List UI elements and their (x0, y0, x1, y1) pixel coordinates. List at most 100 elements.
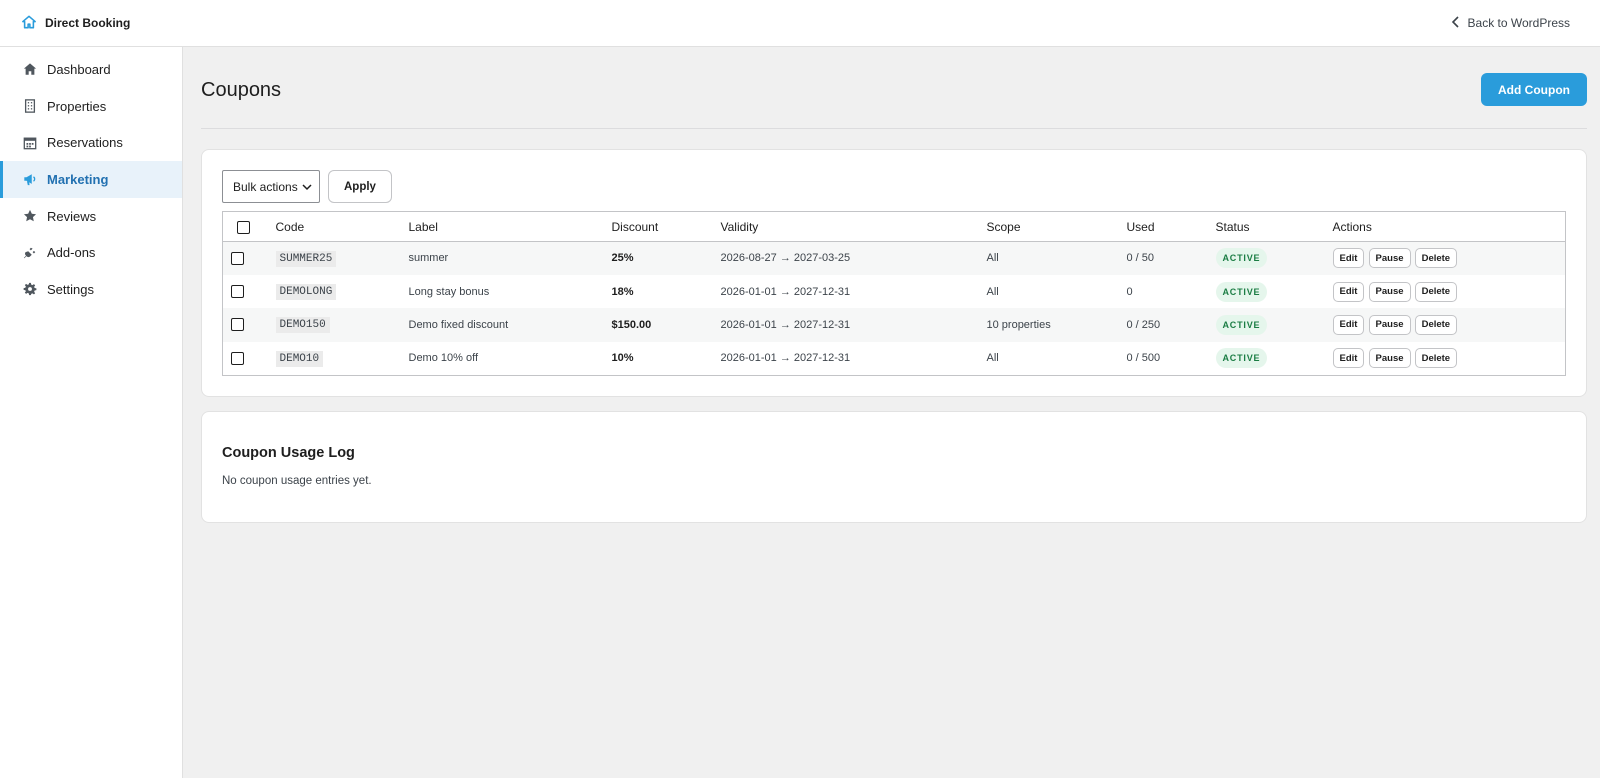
edit-button[interactable]: Edit (1332, 248, 1365, 269)
plug-icon (23, 246, 37, 260)
coupon-code: DEMO150 (275, 317, 330, 334)
chevron-down-icon (302, 180, 312, 194)
bulk-actions-select[interactable]: Bulk actions (222, 170, 320, 203)
column-header-actions: Actions (1324, 211, 1566, 242)
coupon-validity: 2026-01-01 → 2027-12-31 (720, 285, 851, 298)
coupon-discount: 18% (611, 285, 634, 298)
coupon-code: DEMOLONG (275, 284, 337, 301)
building-icon (23, 99, 37, 113)
delete-button[interactable]: Delete (1414, 281, 1458, 302)
delete-button[interactable]: Delete (1414, 348, 1458, 369)
usage-log-title: Coupon Usage Log (222, 445, 355, 461)
edit-button[interactable]: Edit (1332, 281, 1365, 302)
row-checkbox[interactable] (231, 318, 244, 332)
sidebar-item-label: Dashboard (47, 61, 111, 77)
coupon-code: DEMO10 (275, 350, 324, 367)
coupon-discount: 10% (611, 352, 634, 365)
sidebar-item-label: Reservations (47, 135, 123, 151)
page-title: Coupons (201, 79, 282, 101)
usage-log-card: Coupon Usage Log No coupon usage entries… (201, 411, 1587, 523)
column-header-label: Label (400, 211, 604, 242)
column-header-status: Status (1207, 211, 1325, 242)
coupons-card: Bulk actions Apply Code Label Discount V… (201, 149, 1587, 397)
bulk-toolbar: Bulk actions Apply (222, 170, 1566, 203)
chevron-left-icon (1451, 15, 1460, 31)
calendar-icon (23, 136, 37, 150)
sidebar: Dashboard Properties Reservations Market… (0, 47, 183, 778)
table-header-row: Code Label Discount Validity Scope Used … (222, 211, 1566, 242)
sidebar-item-reservations[interactable]: Reservations (0, 124, 182, 161)
column-header-scope: Scope (978, 211, 1119, 242)
coupons-table: Code Label Discount Validity Scope Used … (222, 211, 1566, 376)
sidebar-item-label: Properties (47, 98, 107, 114)
sidebar-item-label: Add-ons (47, 245, 96, 261)
column-header-code: Code (267, 211, 401, 242)
status-badge: ACTIVE (1215, 248, 1268, 269)
bulk-actions-value: Bulk actions (233, 179, 298, 194)
coupon-used: 0 / 500 (1126, 352, 1161, 365)
coupon-used: 0 / 250 (1126, 318, 1161, 331)
main-content: Coupons Add Coupon Bulk actions Apply Co… (201, 47, 1587, 523)
add-coupon-button[interactable]: Add Coupon (1481, 73, 1587, 106)
table-row: SUMMER25 summer 25% 2026-08-27 → 2027-03… (222, 241, 1566, 275)
coupon-used: 0 / 50 (1126, 252, 1155, 265)
sidebar-item-marketing[interactable]: Marketing (0, 161, 182, 198)
pause-button[interactable]: Pause (1368, 248, 1411, 269)
table-row: DEMO150 Demo fixed discount $150.00 2026… (222, 308, 1566, 342)
sidebar-item-add-ons[interactable]: Add-ons (0, 234, 182, 271)
coupon-label: Demo 10% off (408, 352, 479, 365)
edit-button[interactable]: Edit (1332, 314, 1365, 335)
delete-button[interactable]: Delete (1414, 248, 1458, 269)
coupon-scope: All (986, 285, 999, 298)
coupon-used: 0 (1126, 285, 1133, 298)
star-icon (23, 209, 37, 223)
coupon-scope: All (986, 252, 999, 265)
sidebar-item-settings[interactable]: Settings (0, 271, 182, 308)
back-link-label: Back to WordPress (1467, 16, 1570, 30)
page-header: Coupons Add Coupon (201, 47, 1587, 129)
coupon-discount: 25% (611, 252, 634, 265)
edit-button[interactable]: Edit (1332, 348, 1365, 369)
brand[interactable]: Direct Booking (22, 15, 130, 32)
sidebar-item-properties[interactable]: Properties (0, 88, 182, 125)
column-header-discount: Discount (603, 211, 713, 242)
coupon-label: Long stay bonus (408, 285, 490, 298)
sidebar-item-dashboard[interactable]: Dashboard (0, 51, 182, 88)
gear-icon (23, 282, 37, 296)
coupon-scope: All (986, 352, 999, 365)
apply-button[interactable]: Apply (328, 170, 392, 203)
coupon-label: summer (408, 252, 449, 265)
table-row: DEMOLONG Long stay bonus 18% 2026-01-01 … (223, 275, 1566, 308)
sidebar-item-label: Reviews (47, 208, 97, 224)
top-bar: Direct Booking Back to WordPress (0, 0, 1600, 47)
megaphone-icon (23, 172, 37, 186)
column-header-used: Used (1118, 211, 1208, 242)
usage-log-empty-message: No coupon usage entries yet. (222, 475, 372, 487)
home-icon (23, 62, 37, 76)
coupon-validity: 2026-08-27 → 2027-03-25 (720, 252, 851, 265)
home-icon (22, 15, 36, 32)
coupon-discount: $150.00 (611, 318, 652, 331)
status-badge: ACTIVE (1215, 348, 1268, 369)
brand-name: Direct Booking (45, 16, 131, 30)
status-badge: ACTIVE (1215, 281, 1268, 302)
coupon-validity: 2026-01-01 → 2027-12-31 (720, 352, 851, 365)
table-row: DEMO10 Demo 10% off 10% 2026-01-01 → 202… (223, 342, 1566, 375)
select-all-checkbox[interactable] (237, 220, 250, 234)
pause-button[interactable]: Pause (1368, 348, 1411, 369)
coupon-validity: 2026-01-01 → 2027-12-31 (720, 318, 851, 331)
column-header-validity: Validity (712, 211, 979, 242)
status-badge: ACTIVE (1215, 314, 1268, 335)
coupon-code: SUMMER25 (275, 250, 337, 267)
row-checkbox[interactable] (231, 285, 244, 299)
pause-button[interactable]: Pause (1368, 281, 1411, 302)
sidebar-item-label: Marketing (47, 171, 109, 187)
row-checkbox[interactable] (231, 251, 244, 265)
row-checkbox[interactable] (231, 351, 244, 365)
coupon-scope: 10 properties (986, 318, 1051, 331)
back-to-wordpress-link[interactable]: Back to WordPress (1451, 15, 1570, 31)
delete-button[interactable]: Delete (1414, 314, 1458, 335)
pause-button[interactable]: Pause (1368, 314, 1411, 335)
sidebar-item-label: Settings (47, 281, 94, 297)
sidebar-item-reviews[interactable]: Reviews (0, 198, 182, 235)
